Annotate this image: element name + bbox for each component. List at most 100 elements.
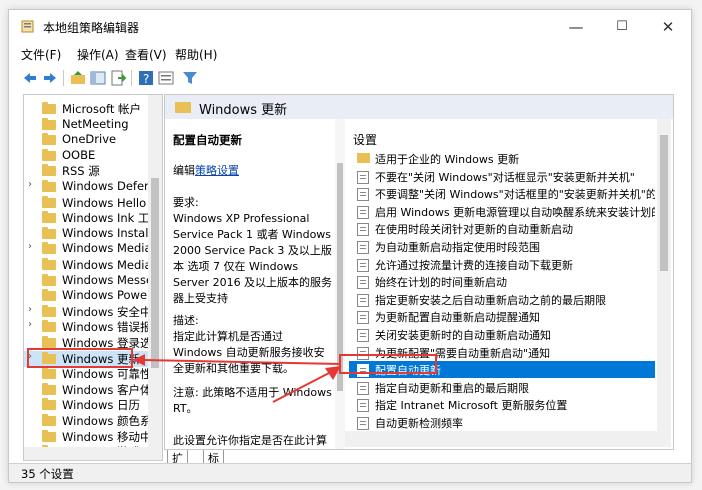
list-vertical-scrollbar[interactable] <box>657 119 671 431</box>
app-icon <box>21 20 34 33</box>
tree-item[interactable]: Windows Media 数 <box>24 257 148 273</box>
details-pane: Windows 更新 配置自动更新 编辑策略设置 要求: Windows XP … <box>164 94 674 450</box>
close-button[interactable]: ✕ <box>645 10 691 44</box>
tree-item[interactable]: Windows Ink 工作 <box>24 210 148 226</box>
tree-item-label: Windows Defende <box>62 179 148 193</box>
policy-setting-row[interactable]: 始终在计划的时间重新启动 <box>349 273 655 290</box>
tree-item[interactable]: Windows PowerSh <box>24 288 148 304</box>
menu-bar: 文件(F) 操作(A) 查看(V) 帮助(H) <box>9 44 691 64</box>
tree-item[interactable]: › Windows 安全中心 <box>24 304 148 320</box>
annotation-arrow-icon <box>272 366 341 403</box>
tree-item[interactable]: Windows Hello 企 <box>24 195 148 211</box>
tree-item-label: RSS 源 <box>62 164 100 179</box>
tree-item[interactable]: NetMeeting <box>24 117 148 133</box>
requirements-text: Windows XP Professional Service Pack 1 或… <box>173 212 333 305</box>
scroll-thumb[interactable] <box>660 135 668 271</box>
tree-item-label: Windows 安全中心 <box>62 304 148 319</box>
pane-title: Windows 更新 <box>199 103 288 118</box>
policy-setting-row[interactable]: 指定更新安装之后自动重新启动之前的最后期限 <box>349 291 655 308</box>
tree-item-label: Windows 客户体验 <box>62 382 148 397</box>
highlight-box-setting <box>339 354 437 374</box>
policy-setting-row[interactable]: 指定 Intranet Microsoft 更新服务位置 <box>349 396 655 413</box>
column-header-settings[interactable]: 设置 <box>353 131 377 148</box>
description-label: 描述: <box>173 314 199 327</box>
tree-item[interactable]: Windows 移动中心 <box>24 429 148 445</box>
tree-item[interactable]: › Windows 错误报告 <box>24 319 148 335</box>
folder-icon <box>357 153 370 163</box>
properties-icon[interactable] <box>157 69 175 87</box>
tree-item[interactable]: › Windows Defende <box>24 179 148 195</box>
policy-setting-row[interactable]: 不要在"关闭 Windows"对话框显示"安装更新并关机" <box>349 168 655 185</box>
setting-label: 适用于企业的 Windows 更新 <box>375 153 520 166</box>
show-hide-tree-icon[interactable] <box>89 69 107 87</box>
setting-label: 指定 Intranet Microsoft 更新服务位置 <box>375 399 568 413</box>
policy-setting-row[interactable]: 允许通过按流量计费的连接自动下载更新 <box>349 256 655 273</box>
tree-item-label: Windows Media 数 <box>62 258 148 272</box>
menu-view[interactable]: 查看(V) <box>125 46 167 63</box>
toolbar: ? <box>9 66 691 90</box>
tree-item[interactable]: Windows Installer <box>24 226 148 242</box>
maximize-button[interactable]: ☐ <box>599 10 645 44</box>
tree-item-label: OneDrive <box>62 132 117 147</box>
tree-item-label: Windows Installer <box>62 225 148 240</box>
forward-arrow-icon[interactable] <box>41 69 59 87</box>
expand-chevron-icon[interactable]: › <box>28 319 32 330</box>
policy-setting-row[interactable]: 指定自动更新和重启的最后期限 <box>349 379 655 396</box>
setting-label: 为更新配置自动重新启动提醒通知 <box>375 311 540 325</box>
policy-setting-row[interactable]: 启用 Windows 更新电源管理以自动唤醒系统来安装计划的... <box>349 203 655 220</box>
tree-item[interactable]: Windows 颜色系统 <box>24 413 148 429</box>
policy-setting-icon <box>357 188 369 202</box>
expand-chevron-icon[interactable]: › <box>28 304 32 315</box>
tree-item-label: Windows 移动中心 <box>62 429 148 444</box>
folder-icon <box>175 102 191 113</box>
tree-item-label: NetMeeting <box>62 116 129 131</box>
edit-policy-line: 编辑策略设置 <box>173 163 335 179</box>
help-icon[interactable]: ? <box>137 69 155 87</box>
expand-chevron-icon[interactable]: › <box>28 179 32 190</box>
tree-item-label: Windows 颜色系统 <box>62 414 148 428</box>
policy-setting-row[interactable]: 关闭安装更新时的自动重新启动通知 <box>349 326 655 343</box>
tree-item[interactable]: OneDrive <box>24 132 148 148</box>
policy-setting-row[interactable]: 为更新配置自动重新启动提醒通知 <box>349 308 655 325</box>
minimize-button[interactable]: — <box>553 10 599 44</box>
back-arrow-icon[interactable] <box>21 69 39 87</box>
folder-icon <box>42 289 56 302</box>
menu-help[interactable]: 帮助(H) <box>175 46 217 63</box>
tree-item[interactable]: Windows 日历 <box>24 397 148 413</box>
filter-icon[interactable] <box>181 69 199 87</box>
setting-label: 不要调整"关闭 Windows"对话框里的"安装更新并关机"的默... <box>375 188 655 202</box>
tree-item[interactable]: Microsoft 帐户 <box>24 101 148 117</box>
up-folder-icon[interactable] <box>69 69 87 87</box>
tree-item[interactable]: Windows 客户体验 <box>24 382 148 398</box>
setting-label: 自动更新检测频率 <box>375 417 463 430</box>
tree-horizontal-scrollbar[interactable] <box>23 447 163 461</box>
folder-icon <box>42 382 56 395</box>
tree-item[interactable]: › Windows Media P <box>24 241 148 257</box>
menu-action[interactable]: 操作(A) <box>77 46 119 63</box>
policy-setting-row[interactable]: 为自动重新启动指定使用时段范围 <box>349 238 655 255</box>
settings-list: 设置 适用于企业的 Windows 更新不要在"关闭 Windows"对话框显示… <box>345 119 671 431</box>
folder-icon <box>42 429 56 442</box>
folder-icon <box>42 180 56 192</box>
setting-label: 在使用时段关闭针对更新的自动重新启动 <box>375 223 573 237</box>
tree-item[interactable]: RSS 源 <box>24 163 148 179</box>
tree-item[interactable]: Windows Messeng <box>24 273 148 289</box>
policy-setting-icon <box>357 258 369 272</box>
policy-setting-icon <box>357 381 369 395</box>
export-list-icon[interactable] <box>109 69 127 87</box>
list-folder-item[interactable]: 适用于企业的 Windows 更新 <box>349 150 655 167</box>
edit-policy-link[interactable]: 策略设置 <box>195 164 239 177</box>
expand-chevron-icon[interactable]: › <box>28 241 32 252</box>
menu-file[interactable]: 文件(F) <box>21 46 61 63</box>
list-horizontal-scrollbar[interactable] <box>345 431 671 447</box>
policy-setting-row[interactable]: 在使用时段关闭针对更新的自动重新启动 <box>349 220 655 237</box>
edit-prefix: 编辑 <box>173 164 195 177</box>
policy-setting-row[interactable]: 不要调整"关闭 Windows"对话框里的"安装更新并关机"的默... <box>349 185 655 202</box>
tree-vertical-scrollbar[interactable] <box>148 95 162 447</box>
folder-icon <box>42 242 56 255</box>
tree-item[interactable]: OOBE <box>24 148 148 164</box>
folder-icon <box>42 336 56 348</box>
more-description-text: 此设置允许你指定是否在此计算机上启用自动更新。如果启用该服 <box>173 434 327 447</box>
folder-icon <box>42 148 56 161</box>
policy-setting-row[interactable]: 自动更新检测频率 <box>349 414 655 431</box>
